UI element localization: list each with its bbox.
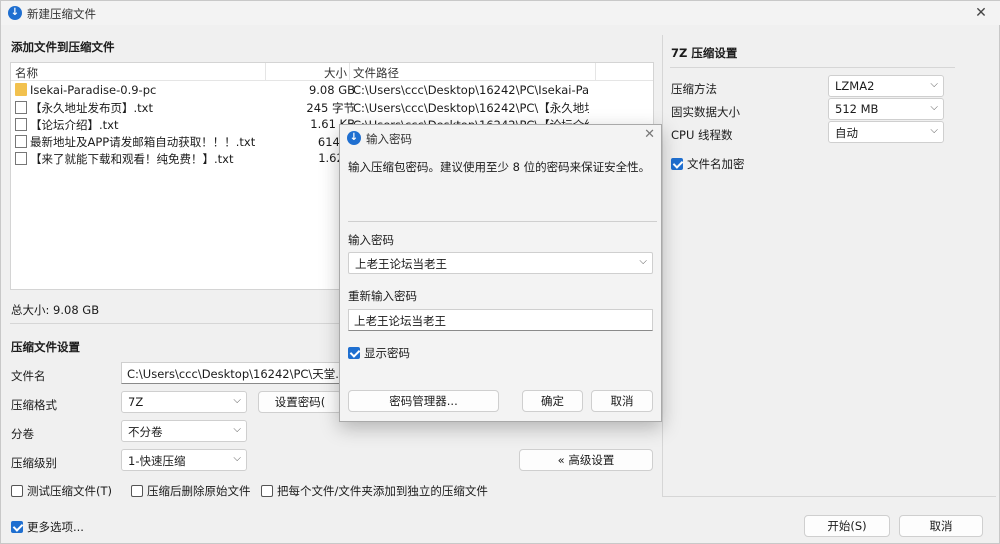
chevron-down-icon: ⌵ [233,424,241,435]
file-row[interactable]: 【永久地址发布页】.txt 245 字节 C:\Users\ccc\Deskto… [11,99,653,116]
advanced-settings-button[interactable]: « 高级设置 [519,449,653,471]
separate-archives-checkbox[interactable]: 把每个文件/文件夹添加到独立的压缩文件 [261,483,488,499]
format-value: 7Z [128,395,144,409]
confirm-password-label: 重新输入密码 [348,289,417,303]
column-divider[interactable] [595,63,596,81]
method-select[interactable]: LZMA2 ⌵ [828,75,944,97]
volume-select[interactable]: 不分卷 ⌵ [121,420,247,442]
dict-value: 512 MB [835,102,879,116]
file-path: C:\Users\ccc\Desktop\16242\PC\【永久地址... [353,101,589,115]
column-divider[interactable] [349,63,350,81]
file-name: 【论坛介绍】.txt [30,118,119,132]
start-button[interactable]: 开始(S) [804,515,890,537]
dict-select[interactable]: 512 MB ⌵ [828,98,944,120]
text-file-icon [15,118,27,131]
filename-label: 文件名 [11,369,46,383]
close-icon[interactable]: ✕ [644,127,655,142]
checkbox-box [11,485,23,497]
window-title: 新建压缩文件 [27,7,96,21]
file-path: C:\Users\ccc\Desktop\16242\PC\Isekai-Par… [353,83,589,97]
encrypt-names-checkbox[interactable]: 文件名加密 [671,156,745,172]
settings-heading: 压缩文件设置 [11,340,80,354]
chevron-down-icon: ⌵ [233,453,241,464]
advanced-heading: 7Z 压缩设置 [671,46,738,60]
file-size: 9.08 GB [308,83,355,97]
chevron-down-icon[interactable]: ⌵ [639,256,647,267]
format-select[interactable]: 7Z ⌵ [121,391,247,413]
file-name: 最新地址及APP请发邮箱自动获取！！！.txt [30,135,256,149]
dialog-prompt: 输入压缩包密码。建议使用至少 8 位的密码来保证安全性。 [348,160,651,174]
chevron-down-icon: ⌵ [233,395,241,406]
cancel-button[interactable]: 取消 [899,515,983,537]
divider [348,221,657,222]
level-select[interactable]: 1-快速压缩 ⌵ [121,449,247,471]
dialog-cancel-button[interactable]: 取消 [591,390,653,412]
divider [670,67,955,68]
files-heading: 添加文件到压缩文件 [11,40,115,54]
chevron-down-icon: ⌵ [930,102,938,113]
column-size[interactable]: 大小 [273,65,347,81]
file-row[interactable]: Isekai-Paradise-0.9-pc 9.08 GB C:\Users\… [11,82,653,99]
chevron-down-icon: ⌵ [930,79,938,90]
file-name: Isekai-Paradise-0.9-pc [30,83,157,97]
method-label: 压缩方法 [671,82,717,96]
format-label: 压缩格式 [11,398,57,412]
threads-label: CPU 线程数 [671,128,733,142]
app-logo-icon: ↓ [347,131,361,145]
compress-window: ↓ 新建压缩文件 ✕ 添加文件到压缩文件 名称 大小 文件路径 Isekai-P… [0,0,1000,544]
text-file-icon [15,135,27,148]
checkbox-box [261,485,273,497]
total-size: 总大小: 9.08 GB [11,303,100,317]
password-dialog: ↓ 输入密码 ✕ 输入压缩包密码。建议使用至少 8 位的密码来保证安全性。 输入… [339,124,662,422]
more-options-checkbox[interactable]: 更多选项... [11,519,84,535]
delete-source-checkbox[interactable]: 压缩后删除原始文件 [131,483,251,499]
ok-button[interactable]: 确定 [522,390,583,412]
test-archive-label: 测试压缩文件(T) [27,484,112,498]
show-password-checkbox[interactable]: 显示密码 [348,345,410,361]
threads-select[interactable]: 自动 ⌵ [828,121,944,143]
file-name: 【来了就能下载和观看！纯免费！】.txt [30,152,234,166]
folder-icon [15,83,27,96]
app-logo-icon: ↓ [8,6,22,20]
text-file-icon [15,101,27,114]
column-name[interactable]: 名称 [15,65,38,81]
method-value: LZMA2 [835,79,875,93]
chevron-down-icon: ⌵ [930,125,938,136]
file-size: 245 字节 [306,101,355,115]
column-divider[interactable] [265,63,266,81]
checkbox-box [131,485,143,497]
close-icon[interactable]: ✕ [969,3,993,23]
title-bar: ↓ 新建压缩文件 ✕ [1,1,1000,25]
filename-input[interactable]: C:\Users\ccc\Desktop\16242\PC\天堂.txt [121,362,341,384]
dict-label: 固实数据大小 [671,105,740,119]
set-password-button[interactable]: 设置密码( [258,391,342,413]
show-password-label: 显示密码 [364,346,410,360]
file-list-header: 名称 大小 文件路径 [11,63,653,81]
checkbox-checked [348,347,360,359]
volume-label: 分卷 [11,427,34,441]
password-label: 输入密码 [348,233,394,247]
more-options-label: 更多选项... [27,520,84,534]
dialog-title: 输入密码 [366,132,412,146]
level-label: 压缩级别 [11,456,57,470]
column-path[interactable]: 文件路径 [353,65,399,81]
checkbox-checked [671,158,683,170]
checkbox-checked [11,521,23,533]
volume-value: 不分卷 [128,425,163,439]
test-archive-checkbox[interactable]: 测试压缩文件(T) [11,483,112,499]
confirm-password-input[interactable]: 上老王论坛当老王 [348,309,653,331]
text-file-icon [15,152,27,165]
password-value: 上老王论坛当老王 [355,257,447,271]
encrypt-names-label: 文件名加密 [687,157,745,171]
delete-source-label: 压缩后删除原始文件 [147,484,251,498]
file-name: 【永久地址发布页】.txt [30,101,153,115]
separate-archives-label: 把每个文件/文件夹添加到独立的压缩文件 [277,484,488,498]
password-input[interactable]: 上老王论坛当老王 ⌵ [348,252,653,274]
threads-value: 自动 [835,126,858,140]
password-manager-button[interactable]: 密码管理器... [348,390,499,412]
level-value: 1-快速压缩 [128,454,186,468]
